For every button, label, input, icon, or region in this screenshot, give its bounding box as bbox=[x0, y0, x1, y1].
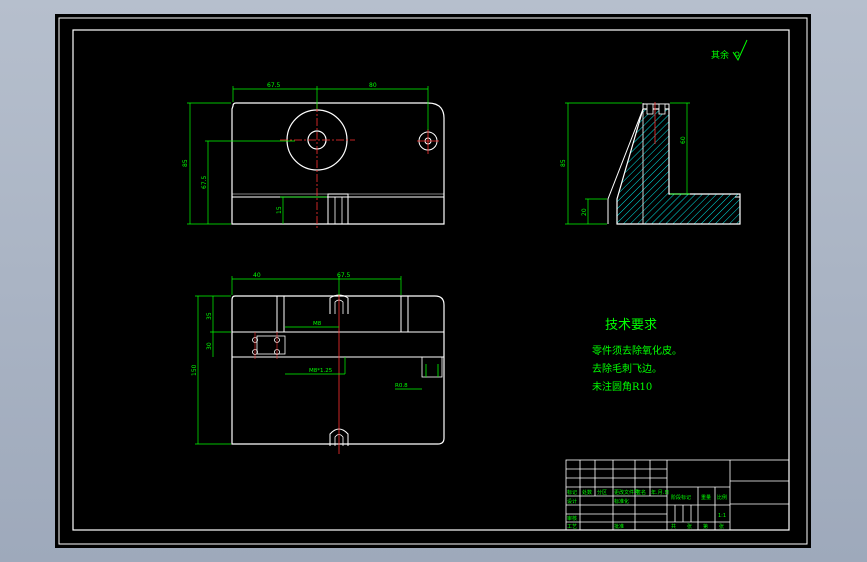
dim-top-total: 150 bbox=[191, 364, 198, 376]
technical-requirements: 技术要求 零件须去除氧化皮。 去除毛刺飞边。 未注圆角R10 bbox=[592, 318, 682, 393]
tb-label-review: 审核 bbox=[567, 515, 577, 522]
top-view-outline bbox=[231, 295, 445, 445]
dim-top-right-width: 67.5 bbox=[337, 272, 351, 279]
dim-front-inner: 67.5 bbox=[201, 175, 208, 189]
tb-label-sign: 签名 bbox=[636, 489, 646, 496]
dim-top-center-small: M8 bbox=[313, 321, 322, 327]
dim-side-inner: 60 bbox=[680, 136, 687, 144]
section-hatch bbox=[616, 108, 741, 225]
tb-label-standard: 标准化 bbox=[614, 498, 629, 505]
tech-req-line-2: 去除毛刺飞边。 bbox=[592, 362, 662, 375]
dim-side-base: 20 bbox=[581, 208, 588, 216]
tech-req-line-3: 未注圆角R10 bbox=[592, 380, 652, 393]
cad-viewport[interactable]: 其余 67.5 80 85 67.5 15 85 60 20 40 67.5 3… bbox=[0, 0, 867, 562]
drawing-sheet[interactable]: 其余 67.5 80 85 67.5 15 85 60 20 40 67.5 3… bbox=[55, 14, 811, 548]
dim-side-height: 85 bbox=[560, 159, 567, 167]
dim-top-upper: 35 bbox=[206, 312, 213, 320]
tb-label-total: 共 bbox=[671, 523, 676, 530]
tb-label-count: 处数 bbox=[582, 489, 592, 496]
dim-top-lower: 30 bbox=[206, 342, 213, 350]
side-section-view: 85 60 20 bbox=[560, 102, 741, 225]
tb-label-sheet: 张 bbox=[719, 523, 724, 530]
tb-label-scale: 比例 bbox=[717, 494, 727, 501]
dim-front-slot: 15 bbox=[276, 206, 283, 214]
inner-border bbox=[72, 29, 790, 531]
roughness-label: 其余 bbox=[711, 49, 729, 61]
dim-front-top-left: 67.5 bbox=[267, 82, 281, 89]
tb-label-mark: 标记 bbox=[567, 489, 577, 496]
tb-label-weight: 重量 bbox=[701, 494, 711, 501]
tech-req-title: 技术要求 bbox=[605, 318, 657, 333]
tb-label-date: 年.月.日 bbox=[651, 489, 669, 496]
roughness-symbol: 其余 bbox=[711, 39, 748, 62]
tb-label-zone: 分区 bbox=[597, 489, 607, 496]
dim-top-left-width: 40 bbox=[253, 272, 261, 279]
tb-scale-value: 1:1 bbox=[718, 513, 726, 519]
dim-front-top-right: 80 bbox=[369, 82, 377, 89]
tb-label-stage: 阶段标记 bbox=[671, 494, 691, 501]
front-view-outline bbox=[231, 102, 445, 225]
drawing-canvas: 其余 67.5 80 85 67.5 15 85 60 20 40 67.5 3… bbox=[58, 17, 808, 545]
roughness-check-icon bbox=[732, 39, 748, 62]
title-block-labels: 标记 处数 分区 更改文件号 签名 年.月.日 设计 标准化 审核 工艺 批准 … bbox=[567, 489, 727, 530]
tb-label-no: 第 bbox=[703, 523, 708, 530]
dim-front-height: 85 bbox=[182, 159, 189, 167]
tech-req-line-1: 零件须去除氧化皮。 bbox=[592, 344, 682, 357]
dim-top-detail: R0.8 bbox=[395, 383, 408, 389]
tb-label-approve: 批准 bbox=[614, 523, 624, 530]
top-view: 40 67.5 35 30 150 M8 M8*1.25 R0.8 bbox=[191, 272, 445, 454]
front-view: 67.5 80 85 67.5 15 bbox=[182, 82, 445, 229]
tb-label-sheets: 张 bbox=[687, 523, 692, 530]
outer-border bbox=[58, 17, 808, 545]
dim-top-center-wide: M8*1.25 bbox=[309, 368, 333, 374]
tb-label-design: 设计 bbox=[567, 498, 577, 505]
tb-label-process: 工艺 bbox=[567, 524, 577, 530]
